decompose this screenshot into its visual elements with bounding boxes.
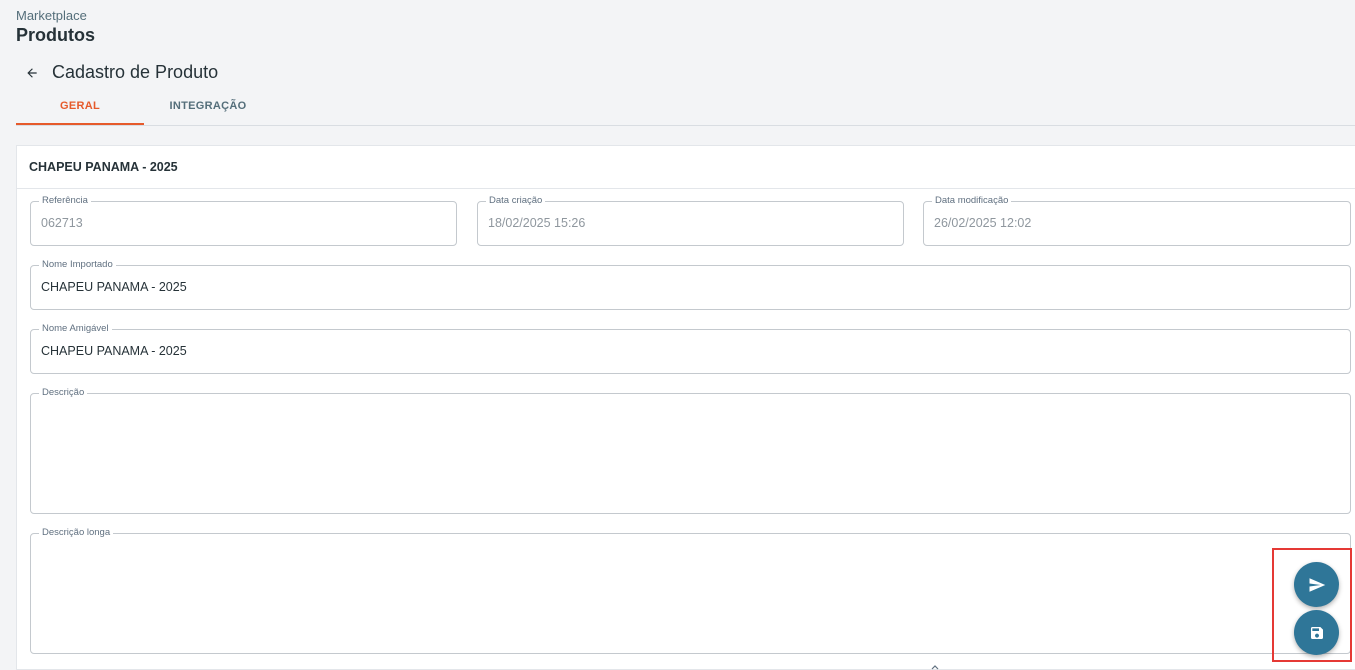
data-modificacao-field: Data modificação 26/02/2025 12:02 — [923, 195, 1351, 246]
tab-bar: GERAL INTEGRAÇÃO — [16, 88, 1355, 126]
caret-up-icon — [931, 665, 939, 670]
referencia-label: Referência — [39, 195, 91, 207]
data-criacao-value: 18/02/2025 15:26 — [488, 216, 586, 230]
nome-importado-label: Nome Importado — [39, 259, 116, 271]
data-criacao-field: Data criação 18/02/2025 15:26 — [477, 195, 904, 246]
send-button[interactable] — [1294, 562, 1339, 607]
tab-integracao[interactable]: INTEGRAÇÃO — [144, 88, 272, 124]
descricao-label: Descrição — [39, 387, 88, 399]
nome-amigavel-field[interactable]: Nome Amigável CHAPEU PANAMA - 2025 — [30, 323, 1351, 374]
page-title: Produtos — [16, 25, 95, 45]
data-criacao-label: Data criação — [486, 195, 546, 207]
descricao-field[interactable]: Descrição — [30, 387, 1351, 514]
arrow-left-icon — [27, 67, 37, 78]
back-button[interactable] — [22, 63, 42, 83]
data-modificacao-value: 26/02/2025 12:02 — [934, 216, 1032, 230]
nome-importado-field[interactable]: Nome Importado CHAPEU PANAMA - 2025 — [30, 259, 1351, 310]
nome-amigavel-value: CHAPEU PANAMA - 2025 — [41, 344, 187, 358]
save-button[interactable] — [1294, 610, 1339, 655]
descricao-longa-label: Descrição longa — [39, 527, 114, 539]
data-modificacao-label: Data modificação — [932, 195, 1012, 207]
page: Marketplace Produtos Cadastro de Produto… — [0, 0, 1355, 670]
subheader: Cadastro de Produto — [22, 62, 218, 83]
nome-amigavel-label: Nome Amigável — [39, 323, 112, 335]
save-icon — [1310, 626, 1323, 639]
descricao-longa-field[interactable]: Descrição longa — [30, 527, 1351, 654]
tab-geral[interactable]: GERAL — [16, 88, 144, 125]
nome-importado-value: CHAPEU PANAMA - 2025 — [41, 280, 187, 294]
referencia-value: 062713 — [41, 216, 83, 230]
send-icon — [1309, 577, 1325, 592]
product-card: CHAPEU PANAMA - 2025 Referência 062713 D… — [16, 145, 1355, 670]
form-title: Cadastro de Produto — [52, 62, 219, 82]
referencia-field: Referência 062713 — [30, 195, 457, 246]
card-header: CHAPEU PANAMA - 2025 — [17, 146, 1355, 189]
breadcrumb[interactable]: Marketplace — [16, 8, 87, 23]
